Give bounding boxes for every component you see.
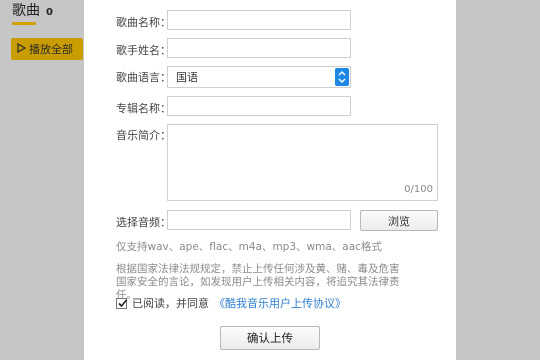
agreement-link[interactable]: 《酷我音乐用户上传协议》 [214,295,346,311]
language-label: 歌曲语言： [116,71,171,84]
language-select[interactable]: 国语 [167,66,351,88]
singer-name-input[interactable] [167,38,351,58]
singer-name-label: 歌手姓名： [116,44,171,57]
intro-label: 音乐简介： [116,129,171,142]
play-all-button[interactable]: 播放全部 [11,38,83,60]
updown-arrow-icon[interactable] [335,68,349,86]
song-name-label: 歌曲名称： [116,16,171,29]
char-counter: 0/100 [404,184,433,195]
select-file-label: 选择音频： [116,216,171,229]
section-count: 0 [46,7,53,18]
play-all-label: 播放全部 [29,43,73,56]
section-title: 歌曲 [12,3,40,19]
section-header: 歌曲 0 [12,0,53,20]
browse-button[interactable]: 浏览 [360,210,438,231]
language-value: 国语 [176,71,198,84]
agreement-row: 已阅读，并同意 《酷我音乐用户上传协议》 [116,295,346,311]
intro-textarea[interactable]: 0/100 [167,124,438,201]
album-name-input[interactable] [167,96,351,116]
confirm-upload-button[interactable]: 确认上传 [220,326,320,350]
upload-dialog: 歌曲名称： 歌手姓名： 歌曲语言： 国语 专辑名称： 音乐简介： 0/100 选… [84,0,456,360]
song-name-input[interactable] [167,10,351,30]
file-path-input[interactable] [167,210,351,230]
album-name-label: 专辑名称： [116,102,171,115]
agree-checkbox[interactable] [116,297,128,309]
agree-text: 已阅读，并同意 [132,297,209,310]
formats-hint: 仅支持wav、ape、flac、m4a、mp3、wma、aac格式 [116,241,382,253]
section-underline [12,22,36,25]
play-icon [17,42,27,56]
